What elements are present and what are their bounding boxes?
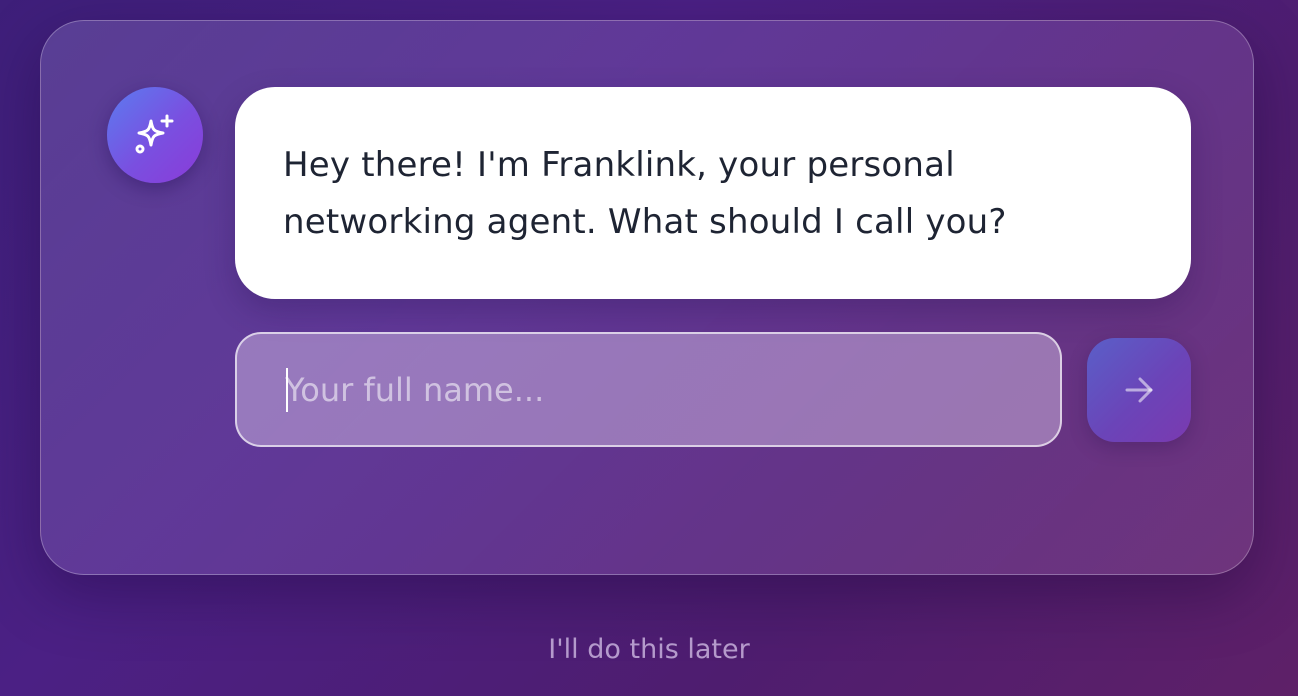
text-caret: [286, 368, 288, 412]
assistant-avatar: [107, 87, 203, 183]
full-name-input[interactable]: [237, 334, 1060, 445]
name-input-container: [235, 332, 1062, 447]
skip-link[interactable]: I'll do this later: [0, 630, 1298, 670]
assistant-message-text: Hey there! I'm Franklink, your personal …: [283, 145, 1007, 242]
arrow-right-icon: [1125, 377, 1153, 403]
chat-card: Hey there! I'm Franklink, your personal …: [40, 20, 1254, 575]
sparkles-icon: [135, 114, 174, 154]
send-button[interactable]: [1087, 338, 1191, 442]
assistant-message-bubble: Hey there! I'm Franklink, your personal …: [235, 87, 1191, 299]
